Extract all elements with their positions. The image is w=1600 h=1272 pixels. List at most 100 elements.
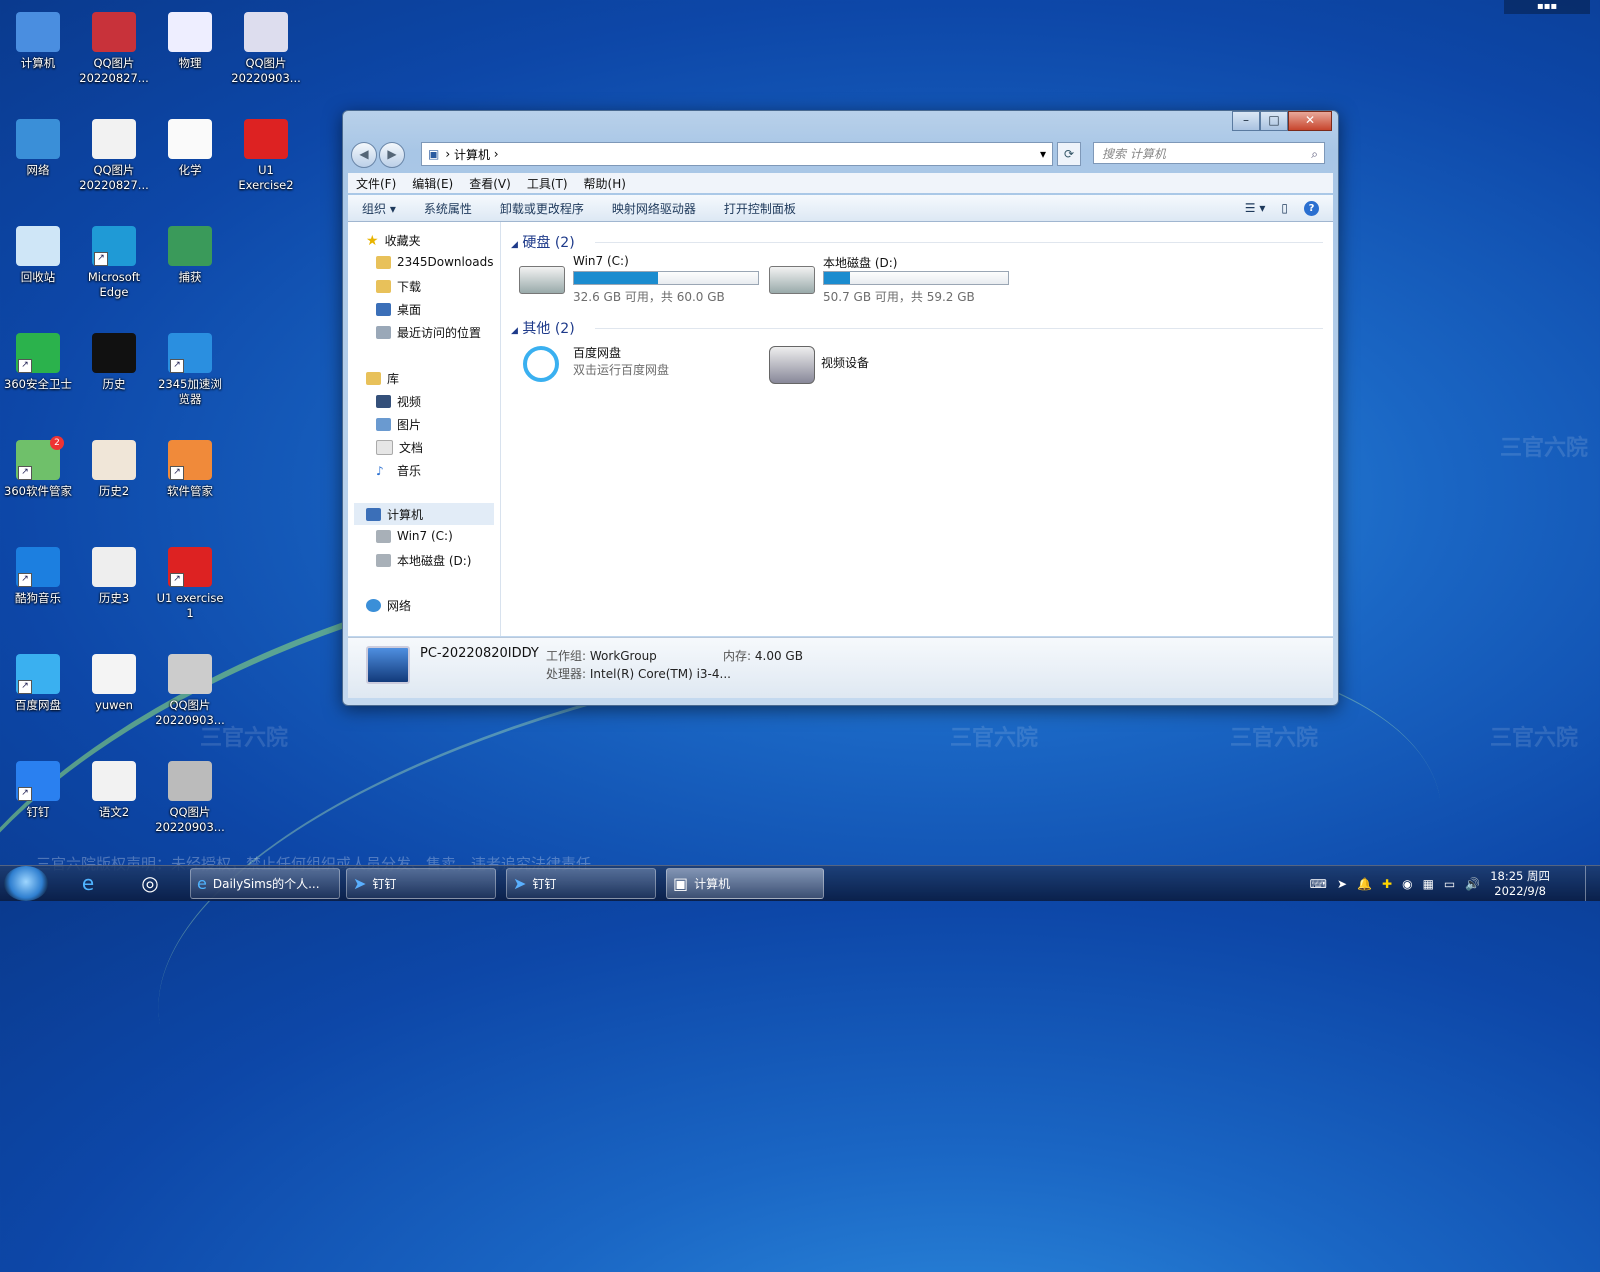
keyboard-icon[interactable]: ⌨ <box>1310 877 1327 891</box>
desktop-icon-qq-image[interactable]: QQ图片 20220903... <box>153 761 227 835</box>
close-button[interactable]: ✕ <box>1288 111 1332 131</box>
organize-button[interactable]: 组织 ▾ <box>348 200 410 217</box>
drive-usage-fill <box>824 272 851 284</box>
nav-drive-c[interactable]: Win7 (C:) <box>376 529 453 543</box>
start-button[interactable] <box>4 866 48 901</box>
group-header-drives[interactable]: ◢ 硬盘 (2) <box>511 232 575 252</box>
show-desktop-button[interactable] <box>1585 866 1600 901</box>
breadcrumb-chevron-icon[interactable]: › <box>490 147 499 161</box>
back-button[interactable]: ◀ <box>351 142 377 168</box>
video-device-item[interactable]: 视频设备 <box>769 342 999 388</box>
desktop-icon-qq-image[interactable]: QQ图片 20220827... <box>77 12 151 86</box>
volume-icon[interactable]: 🔊 <box>1465 877 1480 891</box>
nav-lib-videos[interactable]: 视频 <box>376 393 421 410</box>
group-header-other[interactable]: ◢ 其他 (2) <box>511 318 575 338</box>
refresh-button[interactable]: ⟳ <box>1057 142 1081 166</box>
nav-lib-pictures[interactable]: 图片 <box>376 416 421 433</box>
ie-icon[interactable]: e <box>68 869 108 898</box>
desktop-icon-2345-browser[interactable]: ↗ 2345加速浏 览器 <box>153 333 227 407</box>
view-options-icon[interactable]: ☰ ▾ <box>1245 201 1266 215</box>
nav-computer[interactable]: 计算机 <box>354 503 494 525</box>
desktop-icon-chemistry[interactable]: 化学 <box>153 119 227 178</box>
desktop-icon-qq-image[interactable]: QQ图片 20220903... <box>229 12 303 86</box>
nav-favorites[interactable]: ★ 收藏夹 <box>366 232 421 249</box>
desktop-icon-edge[interactable]: ↗ Microsoft Edge <box>77 226 151 300</box>
desktop-icon-baidu-netdisk[interactable]: ↗ 百度网盘 <box>1 654 75 713</box>
search-icon[interactable]: ⌕ <box>1311 143 1318 165</box>
task-dingtalk[interactable]: ➤ 钉钉 <box>346 868 496 899</box>
address-dropdown-icon[interactable]: ▾ <box>1040 147 1046 161</box>
address-bar[interactable]: ▣ › 计算机 › ▾ <box>421 142 1053 166</box>
collapse-icon[interactable]: ◢ <box>511 240 518 250</box>
desktop-icon-qq-image[interactable]: QQ图片 20220827... <box>77 119 151 193</box>
network-icon[interactable]: ▭ <box>1444 877 1455 891</box>
nav-fav-desktop[interactable]: 桌面 <box>376 301 421 318</box>
desktop-icon-recycle-bin[interactable]: 回收站 <box>1 226 75 285</box>
baidu-netdisk-item[interactable]: 百度网盘 双击运行百度网盘 <box>519 342 749 388</box>
music-icon: ♪ <box>376 463 384 478</box>
menu-edit[interactable]: 编辑(E) <box>404 175 461 192</box>
360-icon[interactable]: ✚ <box>1382 877 1392 891</box>
desktop-icon-capture[interactable]: 捕获 <box>153 226 227 285</box>
menu-file[interactable]: 文件(F) <box>348 175 404 192</box>
desktop-icon-dingtalk[interactable]: ↗ 钉钉 <box>1 761 75 820</box>
nav-fav-2345downloads[interactable]: 2345Downloads <box>376 255 493 269</box>
uninstall-program-button[interactable]: 卸载或更改程序 <box>486 200 598 217</box>
nav-lib-documents[interactable]: 文档 <box>376 439 423 456</box>
desktop-icon-history-3[interactable]: 历史3 <box>77 547 151 606</box>
menu-view[interactable]: 查看(V) <box>461 175 519 192</box>
desktop-icon-yuwen[interactable]: yuwen <box>77 654 151 713</box>
nav-libraries[interactable]: 库 <box>366 370 399 387</box>
clock[interactable]: 18:25 周四 2022/9/8 <box>1490 869 1550 899</box>
search-input[interactable]: 搜索 计算机 ⌕ <box>1093 142 1325 164</box>
desktop-icon-history[interactable]: 历史 <box>77 333 151 392</box>
nav-lib-music[interactable]: ♪ 音乐 <box>376 462 421 479</box>
desktop-icon-history-2[interactable]: 历史2 <box>77 440 151 499</box>
baidu-netdisk-taskbar-icon[interactable]: ◎ <box>130 869 170 898</box>
desktop-icon-network[interactable]: 网络 <box>1 119 75 178</box>
breadcrumb[interactable]: 计算机 <box>454 146 490 163</box>
explorer-window[interactable]: – □ ✕ ◀ ▶ ▣ › 计算机 › ▾ ⟳ 搜索 计算机 ⌕ 文件(F) 编… <box>342 110 1339 706</box>
help-icon[interactable]: ? <box>1304 200 1319 216</box>
clock-date: 2022/9/8 <box>1494 883 1546 898</box>
drive-d[interactable]: 本地磁盘 (D:) 50.7 GB 可用，共 59.2 GB <box>769 254 1019 304</box>
star-icon: ★ <box>366 232 379 249</box>
task-label: 计算机 <box>694 877 731 891</box>
nav-fav-downloads[interactable]: 下载 <box>376 278 421 295</box>
task-dingtalk-2[interactable]: ➤ 钉钉 <box>506 868 656 899</box>
forward-button[interactable]: ▶ <box>379 142 405 168</box>
security-icon[interactable]: ▦ <box>1423 877 1434 891</box>
open-control-panel-button[interactable]: 打开控制面板 <box>710 200 810 217</box>
network-icon <box>16 119 60 159</box>
cpu-label: 处理器: <box>546 667 587 681</box>
desktop-icon-software-manager[interactable]: ↗ 软件管家 <box>153 440 227 499</box>
task-dailysims[interactable]: e DailySims的个人... <box>190 868 340 899</box>
desktop-icon-label: Microsoft Edge <box>87 270 141 299</box>
desktop-icon-yuwen-2[interactable]: 语文2 <box>77 761 151 820</box>
menu-tools[interactable]: 工具(T) <box>519 175 576 192</box>
desktop-icon-computer[interactable]: 计算机 <box>1 12 75 71</box>
map-network-drive-button[interactable]: 映射网络驱动器 <box>598 200 710 217</box>
desktop-icon-pdf[interactable]: U1 Exercise2 <box>229 119 303 193</box>
nav-fav-recent[interactable]: 最近访问的位置 <box>376 324 481 341</box>
nav-network[interactable]: 网络 <box>366 597 411 614</box>
browser-tray-icon[interactable]: ◉ <box>1402 877 1412 891</box>
drive-c[interactable]: Win7 (C:) 32.6 GB 可用，共 60.0 GB <box>519 254 769 304</box>
task-computer[interactable]: ▣ 计算机 <box>666 868 824 899</box>
desktop-icon-360-software[interactable]: ↗ 2 360软件管家 <box>1 436 75 499</box>
dingtalk-icon: ↗ <box>16 761 60 801</box>
maximize-button[interactable]: □ <box>1260 111 1288 131</box>
preview-pane-icon[interactable]: ▯ <box>1281 201 1288 215</box>
notification-icon[interactable]: 🔔 <box>1357 877 1372 891</box>
system-properties-button[interactable]: 系统属性 <box>410 200 486 217</box>
collapse-icon[interactable]: ◢ <box>511 326 518 336</box>
nav-drive-d[interactable]: 本地磁盘 (D:) <box>376 552 471 569</box>
dingtalk-tray-icon[interactable]: ➤ <box>1337 877 1347 891</box>
desktop-icon-physics[interactable]: 物理 <box>153 12 227 71</box>
desktop-icon-pdf[interactable]: ↗ U1 exercise 1 <box>153 547 227 621</box>
desktop-icon-360-safe[interactable]: ↗ 360安全卫士 <box>1 333 75 392</box>
desktop-icon-kugou-music[interactable]: ↗ 酷狗音乐 <box>1 547 75 606</box>
desktop-icon-qq-image[interactable]: QQ图片 20220903... <box>153 654 227 728</box>
menu-help[interactable]: 帮助(H) <box>576 175 634 192</box>
minimize-button[interactable]: – <box>1232 111 1260 131</box>
